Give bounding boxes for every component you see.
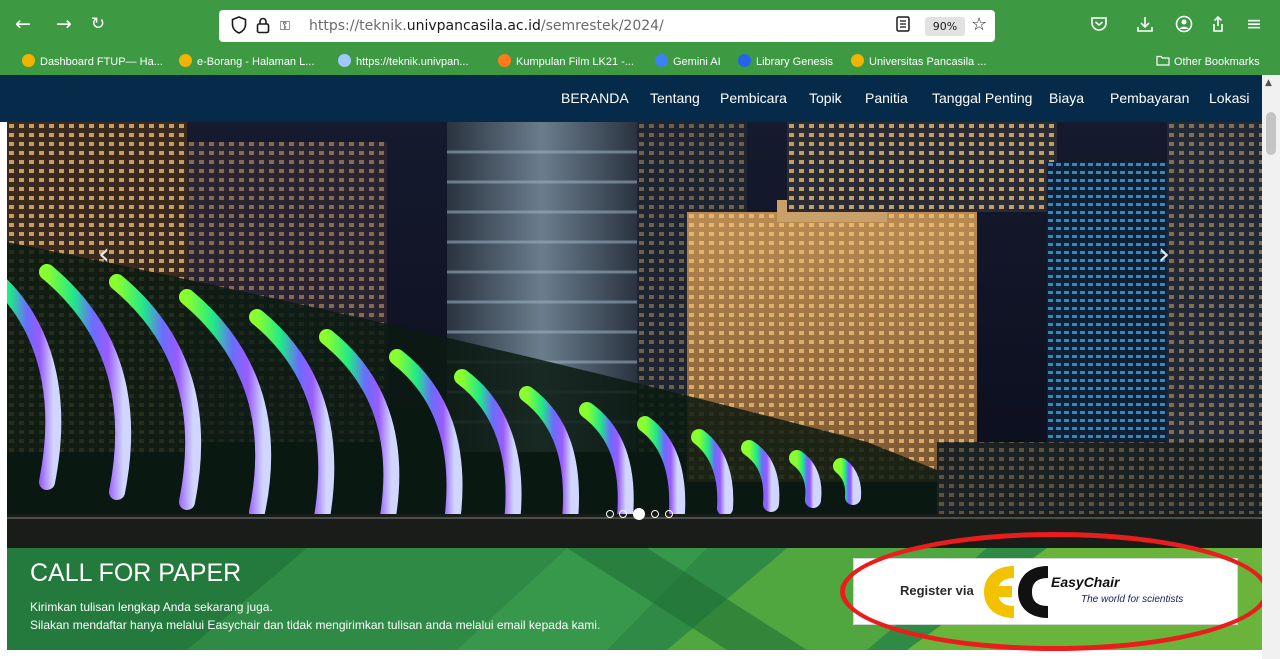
folder-icon [1156,55,1170,66]
bookmark-item[interactable]: Dashboard FTUP— Ha... [22,53,163,72]
register-easychair-button[interactable]: Register via EasyChair The world for sci… [853,558,1238,625]
account-icon[interactable] [1172,12,1196,36]
menu-hamburger-icon[interactable]: ≡ [1242,12,1266,36]
nav-item-lokasi[interactable]: Lokasi [1209,89,1249,107]
carousel-dot[interactable] [619,510,627,518]
download-icon[interactable] [1133,12,1157,36]
nav-item-topik[interactable]: Topik [809,89,842,107]
carousel-dot[interactable] [606,510,614,518]
bookmark-favicon-icon [738,54,751,67]
bookmark-item[interactable]: Library Genesis [738,53,833,72]
bookmark-star-icon[interactable]: ☆ [971,15,987,35]
carousel-dot-active[interactable] [633,508,645,520]
nav-item-pembayaran[interactable]: Pembayaran [1110,89,1189,107]
bookmark-item[interactable]: e-Borang - Halaman L... [179,53,314,72]
nav-item-panitia[interactable]: Panitia [865,89,908,107]
nav-item-beranda[interactable]: BERANDA [561,89,629,107]
bookmark-favicon-icon [655,54,668,67]
bookmark-item[interactable]: Gemini AI [655,53,721,72]
scroll-up-arrow-icon[interactable]: ▲ [1265,78,1272,88]
hero-slide-image [7,122,1262,548]
lock-icon[interactable] [256,16,270,39]
carousel-prev-chevron-icon[interactable]: ‹ [89,240,119,270]
nav-item-biaya[interactable]: Biaya [1049,89,1084,107]
bookmark-favicon-icon [22,54,35,67]
zoom-level-badge[interactable]: 90% [925,17,965,36]
page-scrollbar[interactable]: ▲ [1262,75,1280,659]
other-bookmarks[interactable]: Other Bookmarks [1156,53,1260,72]
share-icon[interactable] [1206,12,1230,36]
shield-icon[interactable] [231,16,247,39]
carousel-dot[interactable] [651,510,659,518]
easychair-logo-icon [984,566,1048,618]
carousel-next-chevron-icon[interactable]: › [1149,240,1179,270]
call-for-paper-line-1: Kirimkan tulisan lengkap Anda sekarang j… [30,600,273,614]
pocket-icon[interactable] [1087,12,1111,36]
bookmark-item[interactable]: https://teknik.univpan... [338,53,469,72]
scrollbar-thumb[interactable] [1266,112,1276,155]
register-via-label: Register via [900,583,974,598]
nav-item-pembicara[interactable]: Pembicara [720,89,787,107]
nav-item-tentang[interactable]: Tentang [650,89,700,107]
site-navbar: BERANDA Tentang Pembicara Topik Panitia … [0,75,1262,122]
nav-item-tanggal-penting[interactable]: Tanggal Penting [932,89,1032,107]
easychair-tagline: The world for scientists [1081,594,1184,605]
reader-view-icon[interactable] [896,16,910,37]
bookmark-item[interactable]: Kumpulan Film LK21 -... [498,53,634,72]
bookmark-favicon-icon [338,54,351,67]
bookmark-item[interactable]: Universitas Pancasila ... [851,53,986,72]
reload-icon[interactable]: ↻ [86,12,110,36]
call-for-paper-title: CALL FOR PAPER [30,559,242,587]
carousel-dot[interactable] [665,510,673,518]
url-text[interactable]: https://teknik.univpancasila.ac.id/semre… [309,17,664,35]
permissions-icon[interactable]: ⚿ [280,17,290,37]
easychair-brand: EasyChair [1051,574,1120,590]
bookmark-favicon-icon [179,54,192,67]
back-arrow-icon[interactable]: ← [11,12,35,36]
call-for-paper-line-2: Silakan mendaftar hanya melalui Easychai… [30,618,601,632]
forward-arrow-icon[interactable]: → [52,12,76,36]
url-bar[interactable]: ⚿ https://teknik.univpancasila.ac.id/sem… [219,10,995,42]
bookmark-favicon-icon [851,54,864,67]
browser-toolbar: ← → ↻ ⚿ https://teknik.univpancasila.ac.… [0,0,1280,50]
bookmark-favicon-icon [498,54,511,67]
page-viewport: BERANDA Tentang Pembicara Topik Panitia … [0,75,1280,659]
bookmarks-bar: Dashboard FTUP— Ha... e-Borang - Halaman… [0,50,1280,75]
hero-carousel[interactable]: ‹ › [7,122,1262,548]
